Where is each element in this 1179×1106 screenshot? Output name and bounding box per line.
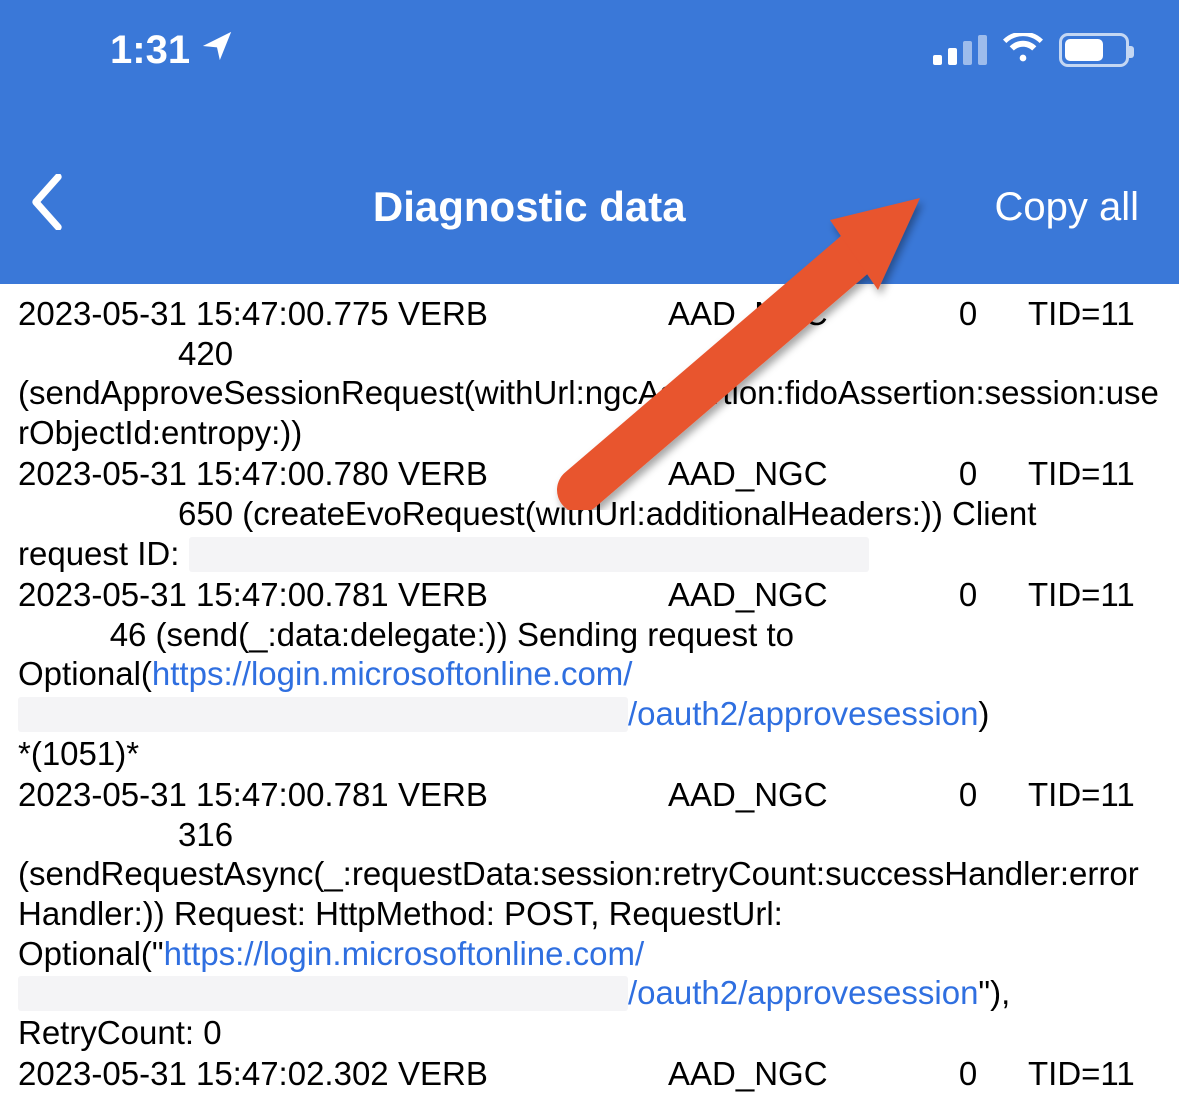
redacted-block: [18, 697, 628, 732]
status-right: [933, 28, 1129, 73]
redacted-block: [18, 976, 628, 1011]
log-url-link[interactable]: https://login.microsoftonline.com/: [152, 655, 633, 692]
log-entry: 2023-05-31 15:47:00.780 VERB AAD_NGC 0 T…: [18, 454, 1161, 573]
log-line: request ID:: [18, 535, 869, 572]
cellular-signal-icon: [933, 35, 987, 65]
log-line: 316: [18, 815, 1161, 855]
log-zero: 0: [918, 575, 1018, 615]
log-level: VERB: [398, 294, 658, 334]
log-body: (sendRequestAsync(_:requestData:session:…: [18, 855, 1139, 1050]
location-arrow-icon: [200, 28, 234, 73]
log-timestamp: 2023-05-31 15:47:00.780: [18, 454, 388, 494]
log-zero: 0: [918, 294, 1018, 334]
log-zero: 0: [918, 775, 1018, 815]
log-entry: 2023-05-31 15:47:00.775 VERB AAD_NGC 0 T…: [18, 294, 1161, 452]
log-timestamp: 2023-05-31 15:47:02.302: [18, 1054, 388, 1094]
nav-bar: Diagnostic data Copy all: [0, 150, 1179, 284]
log-entry: 2023-05-31 15:47:00.781 VERB AAD_NGC 0 T…: [18, 575, 1161, 773]
log-level: VERB: [398, 1054, 658, 1094]
log-url-link[interactable]: /oauth2/approvesession: [628, 974, 978, 1011]
page-title: Diagnostic data: [373, 183, 686, 231]
log-tag: AAD_NGC: [668, 1054, 908, 1094]
log-level: VERB: [398, 775, 658, 815]
log-tag: AAD_NGC: [668, 294, 908, 334]
log-tid: TID=11: [1028, 454, 1161, 494]
log-body: (sendApproveSessionRequest(withUrl:ngcAs…: [18, 374, 1159, 451]
log-timestamp: 2023-05-31 15:47:00.775: [18, 294, 388, 334]
log-url-link[interactable]: /oauth2/approvesession: [628, 695, 978, 732]
log-zero: 0: [918, 1054, 1018, 1094]
log-line: *(1051)*: [18, 734, 1161, 774]
status-time: 1:31: [110, 28, 190, 73]
log-line: 650 (createEvoRequest(withUrl:additional…: [18, 494, 1161, 534]
battery-icon: [1059, 33, 1129, 67]
log-tid: TID=11: [1028, 1054, 1161, 1094]
log-entry: 2023-05-31 15:47:00.781 VERB AAD_NGC 0 T…: [18, 775, 1161, 1052]
copy-all-button[interactable]: Copy all: [994, 185, 1139, 230]
log-tid: TID=11: [1028, 775, 1161, 815]
log-line: 46 (send(_:data:delegate:)) Sending requ…: [18, 616, 989, 732]
log-line: 420: [18, 334, 1161, 374]
log-tag: AAD_NGC: [668, 775, 908, 815]
status-left: 1:31: [110, 28, 234, 73]
log-content[interactable]: 2023-05-31 15:47:00.775 VERB AAD_NGC 0 T…: [0, 284, 1179, 1106]
back-button[interactable]: [30, 174, 64, 240]
log-level: VERB: [398, 454, 658, 494]
wifi-icon: [1003, 28, 1043, 73]
log-timestamp: 2023-05-31 15:47:00.781: [18, 775, 388, 815]
log-level: VERB: [398, 575, 658, 615]
status-bar: 1:31: [0, 0, 1179, 150]
redacted-block: [189, 537, 869, 572]
log-url-link[interactable]: https://login.microsoftonline.com/: [164, 935, 645, 972]
log-timestamp: 2023-05-31 15:47:00.781: [18, 575, 388, 615]
log-tid: TID=11: [1028, 294, 1161, 334]
log-tag: AAD_NGC: [668, 575, 908, 615]
log-tid: TID=11: [1028, 575, 1161, 615]
log-tag: AAD_NGC: [668, 454, 908, 494]
log-entry: 2023-05-31 15:47:02.302 VERB AAD_NGC 0 T…: [18, 1054, 1161, 1094]
log-zero: 0: [918, 454, 1018, 494]
